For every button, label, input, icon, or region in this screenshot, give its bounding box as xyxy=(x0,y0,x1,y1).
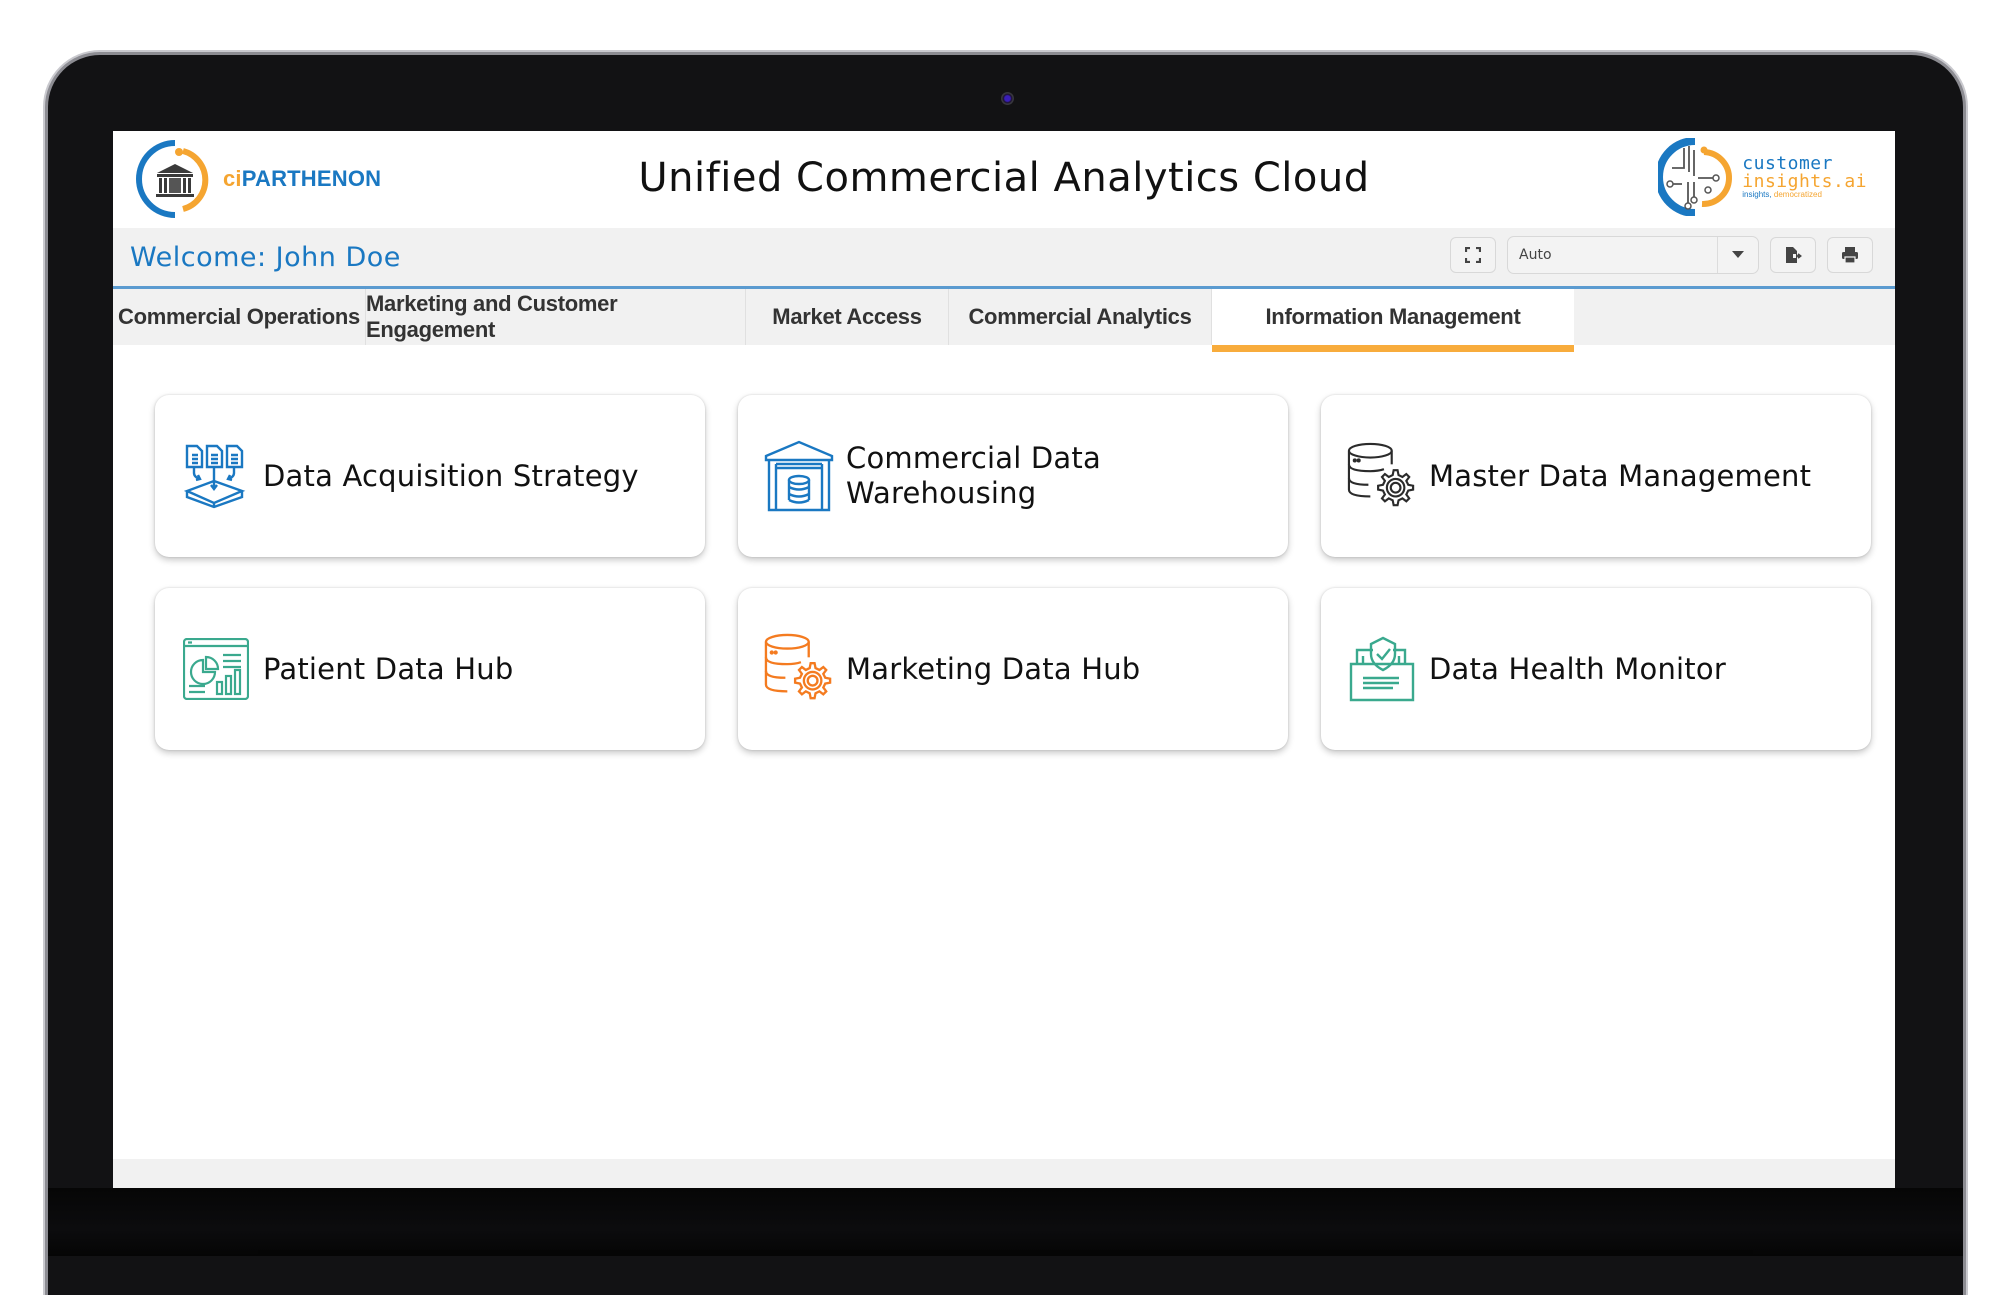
card-label: Commercial Data Warehousing xyxy=(846,441,1116,511)
warehouse-database-icon xyxy=(764,440,834,512)
database-gear-icon xyxy=(1347,441,1417,511)
card-label: Data Acquisition Strategy xyxy=(263,458,639,493)
customer-insights-logo[interactable]: customer insights.ai insights, democrati… xyxy=(1658,138,1867,216)
webcam xyxy=(1001,92,1014,105)
zoom-select-value: Auto xyxy=(1519,247,1552,263)
app-footer xyxy=(113,1159,1895,1188)
card-data-health-monitor[interactable]: Data Health Monitor xyxy=(1321,588,1871,750)
documents-to-tray-icon xyxy=(181,441,251,511)
card-label: Patient Data Hub xyxy=(263,651,514,686)
file-export-icon xyxy=(1786,247,1802,263)
tab-commercial-analytics[interactable]: Commercial Analytics xyxy=(949,289,1212,345)
logo-tagline: insights, democratized xyxy=(1742,191,1867,199)
card-patient-data-hub[interactable]: Patient Data Hub xyxy=(155,588,705,750)
laptop-bezel-bottom xyxy=(48,1188,1963,1256)
circuit-logo-icon xyxy=(1658,138,1733,216)
fullscreen-icon xyxy=(1465,247,1481,263)
laptop-hinge xyxy=(258,1250,1753,1256)
dashboard-chart-icon xyxy=(181,634,251,704)
toolbar: Auto xyxy=(1450,236,1873,274)
main-tabs: Commercial Operations Marketing and Cust… xyxy=(113,289,1895,352)
card-label: Marketing Data Hub xyxy=(846,651,1141,686)
welcome-text: Welcome: John Doe xyxy=(130,242,401,273)
export-button[interactable] xyxy=(1770,237,1816,273)
welcome-bar: Welcome: John Doe Auto xyxy=(113,228,1895,289)
tab-commercial-operations[interactable]: Commercial Operations xyxy=(113,289,366,345)
fullscreen-button[interactable] xyxy=(1450,237,1496,273)
card-label: Master Data Management xyxy=(1429,458,1812,493)
card-label: Data Health Monitor xyxy=(1429,651,1726,686)
customer-insights-wordmark: customer insights.ai insights, democrati… xyxy=(1742,155,1867,199)
tagline-part-2: democratized xyxy=(1773,190,1822,199)
card-data-acquisition-strategy[interactable]: Data Acquisition Strategy xyxy=(155,395,705,557)
tagline-part-1: insights, xyxy=(1742,190,1772,199)
card-marketing-data-hub[interactable]: Marketing Data Hub xyxy=(738,588,1288,750)
card-commercial-data-warehousing[interactable]: Commercial Data Warehousing xyxy=(738,395,1288,557)
page-title: Unified Commercial Analytics Cloud xyxy=(638,155,1370,201)
print-button[interactable] xyxy=(1827,237,1873,273)
printer-icon xyxy=(1842,247,1858,264)
chevron-down-icon[interactable] xyxy=(1717,237,1758,273)
logo-line-2: insights.ai xyxy=(1742,171,1867,192)
tab-marketing-and-customer-engagement[interactable]: Marketing and Customer Engagement xyxy=(366,289,746,345)
database-gear-icon xyxy=(764,633,834,704)
card-master-data-management[interactable]: Master Data Management xyxy=(1321,395,1871,557)
tab-market-access[interactable]: Market Access xyxy=(746,289,949,345)
zoom-select[interactable]: Auto xyxy=(1507,236,1759,274)
folder-shield-check-icon xyxy=(1347,634,1417,704)
tab-information-management[interactable]: Information Management xyxy=(1212,289,1574,352)
card-label-text: Commercial Data Warehousing xyxy=(846,441,1101,510)
app-header: ciPARTHENON Unified Commercial Analytics… xyxy=(113,131,1895,228)
app-screen: ciPARTHENON Unified Commercial Analytics… xyxy=(113,131,1895,1188)
